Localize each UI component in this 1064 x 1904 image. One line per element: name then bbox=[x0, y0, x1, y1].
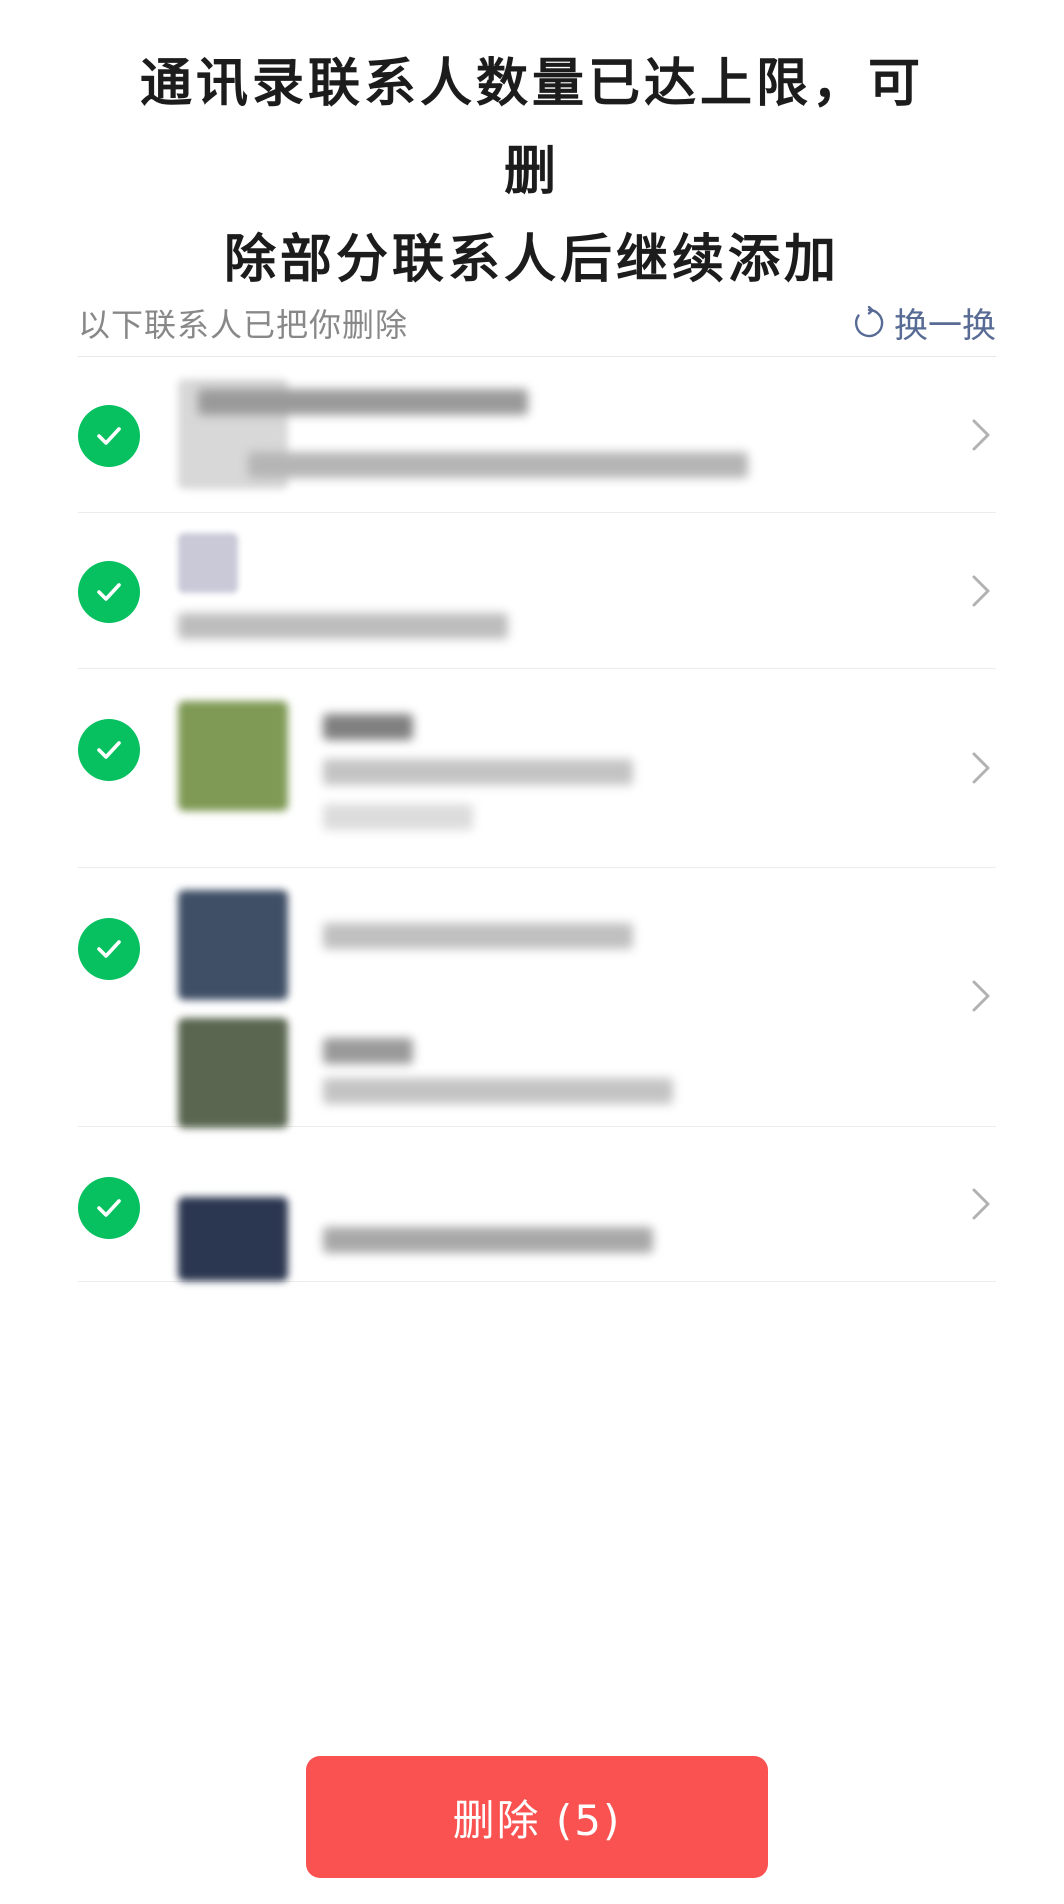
avatar bbox=[178, 533, 238, 593]
contact-name-redacted bbox=[323, 714, 413, 740]
contact-extra-redacted bbox=[323, 1078, 673, 1104]
contact-name-redacted bbox=[198, 389, 528, 415]
checkbox-checked[interactable] bbox=[78, 918, 140, 980]
chevron-right-icon bbox=[966, 415, 996, 455]
contact-extra-redacted bbox=[323, 804, 473, 830]
avatar bbox=[178, 1018, 288, 1128]
contact-name-redacted bbox=[323, 923, 633, 949]
contact-name-redacted bbox=[178, 613, 508, 639]
title-line-1: 通讯录联系人数量已达上限，可删 bbox=[139, 54, 924, 202]
refresh-label: 换一换 bbox=[894, 306, 996, 346]
contact-info-redacted bbox=[248, 452, 748, 478]
contact-name-redacted bbox=[323, 1227, 653, 1253]
check-icon bbox=[97, 940, 121, 958]
delete-button[interactable]: 删除 (5) bbox=[306, 1756, 768, 1878]
contact-list bbox=[78, 357, 996, 1282]
check-icon bbox=[97, 427, 121, 445]
refresh-button[interactable]: 换一换 bbox=[852, 298, 996, 347]
contact-row[interactable] bbox=[78, 513, 996, 669]
section-label: 以下联系人已把你删除 bbox=[78, 306, 409, 344]
contact-info-redacted bbox=[323, 759, 633, 785]
checkbox-checked[interactable] bbox=[78, 405, 140, 467]
refresh-icon bbox=[854, 305, 884, 337]
chevron-right-icon bbox=[966, 571, 996, 611]
check-icon bbox=[97, 583, 121, 601]
section-header: 以下联系人已把你删除 换一换 bbox=[78, 296, 996, 357]
chevron-right-icon bbox=[966, 976, 996, 1016]
avatar bbox=[178, 890, 288, 1000]
page-title: 通讯录联系人数量已达上限，可删 除部分联系人后继续添加 bbox=[120, 40, 944, 304]
chevron-right-icon bbox=[966, 748, 996, 788]
check-icon bbox=[97, 1199, 121, 1217]
contact-row[interactable] bbox=[78, 868, 996, 1128]
contact-row[interactable] bbox=[78, 357, 996, 513]
avatar bbox=[178, 1197, 288, 1281]
title-line-2: 除部分联系人后继续添加 bbox=[223, 230, 840, 290]
chevron-right-icon bbox=[966, 1184, 996, 1224]
contact-row[interactable] bbox=[78, 1127, 996, 1282]
checkbox-checked[interactable] bbox=[78, 561, 140, 623]
checkbox-checked[interactable] bbox=[78, 719, 140, 781]
contact-row[interactable] bbox=[78, 669, 996, 868]
checkbox-checked[interactable] bbox=[78, 1177, 140, 1239]
check-icon bbox=[97, 741, 121, 759]
contact-info-redacted bbox=[323, 1038, 413, 1064]
avatar bbox=[178, 701, 288, 811]
